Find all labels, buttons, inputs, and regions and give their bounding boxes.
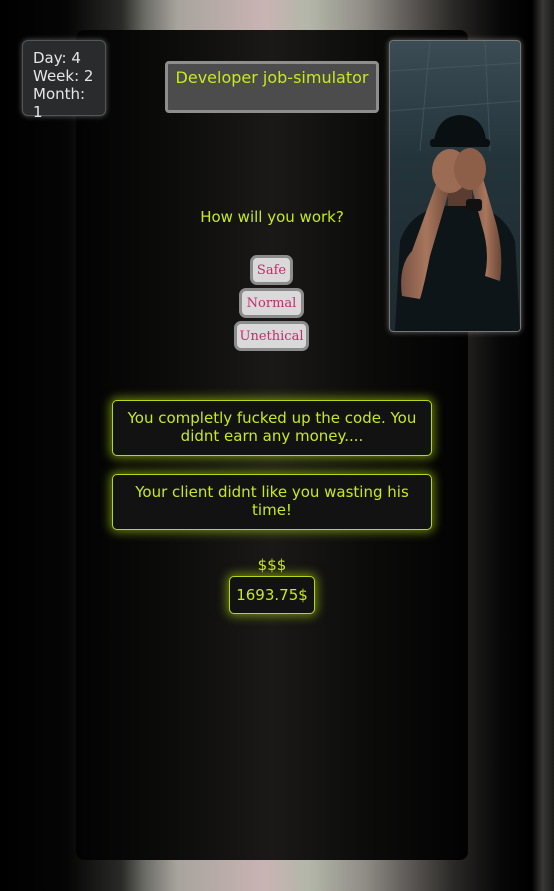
client-message: Your client didnt like you wasting his t… xyxy=(112,474,432,530)
money-balance: 1693.75$ xyxy=(229,576,315,614)
safe-button[interactable]: Safe xyxy=(250,255,293,285)
unethical-button[interactable]: Unethical xyxy=(234,321,309,351)
date-counter: Day: 4 Week: 2 Month: 1 xyxy=(22,40,106,121)
normal-button[interactable]: Normal xyxy=(239,288,304,318)
page-title: Developer job-simulator xyxy=(165,61,379,113)
result-message: You completly fucked up the code. You di… xyxy=(112,400,432,456)
work-question: How will you work? xyxy=(200,208,344,226)
day-counter: Day: 4 xyxy=(33,49,81,67)
month-counter: Month: 1 xyxy=(33,85,86,121)
money-label: $$$ xyxy=(257,556,287,574)
frustrated-developer-photo xyxy=(389,40,521,332)
week-counter: Week: 2 xyxy=(33,67,94,85)
